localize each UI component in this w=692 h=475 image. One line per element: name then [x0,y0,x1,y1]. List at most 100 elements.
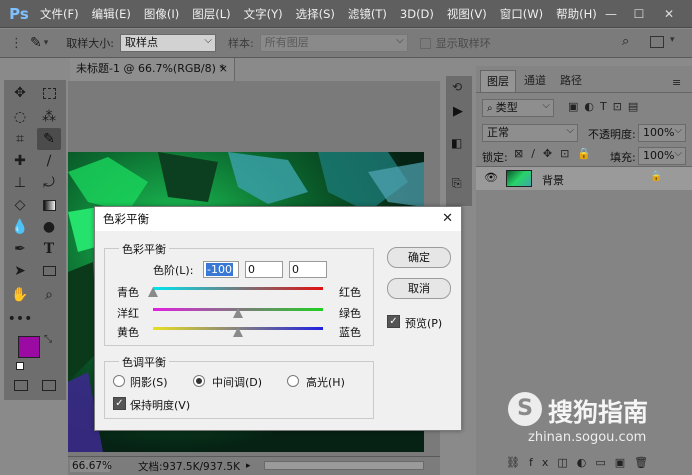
pen-tool-icon[interactable]: ✒ [8,238,32,260]
panel-menu-icon[interactable]: ≡ [672,76,681,89]
document-info: 文档:937.5K/937.5K [138,460,240,473]
lasso-tool-icon[interactable]: ◌ [8,106,32,128]
layer-filter-select[interactable]: ⌕ 类型 [482,98,554,117]
more-tools-icon[interactable]: ••• [8,308,33,330]
menu-help[interactable]: 帮助(H) [556,6,597,22]
history-brush-icon[interactable]: ⤾ [37,172,61,194]
menu-image[interactable]: 图像(I) [144,6,179,22]
menu-view[interactable]: 视图(V) [447,6,487,22]
workspace-chevron-icon[interactable]: ▾ [670,35,675,45]
path-selection-icon[interactable]: ➤ [8,260,32,282]
menu-type[interactable]: 文字(Y) [244,6,283,22]
shadows-radio[interactable] [113,375,125,387]
screen-mode-icon[interactable] [42,380,56,391]
grip-icon: ⋮ [10,35,23,51]
eraser-tool-icon[interactable]: ◇ [8,194,32,216]
fill-input[interactable]: 100% [638,146,686,165]
menu-3d[interactable]: 3D(D) [400,7,434,21]
opacity-label: 不透明度: [588,128,636,141]
watermark-brand: 搜狗指南 [548,398,649,427]
sample-size-label: 取样大小: [66,37,114,50]
levels-label: 色阶(L): [153,264,194,277]
highlights-label: 高光(H) [306,376,345,389]
highlights-radio[interactable] [287,375,299,387]
eyedropper-icon[interactable]: ✎ [30,35,42,51]
3d-panel-icon[interactable]: ◧ [451,136,462,150]
properties-panel-icon[interactable]: ⎘ [452,176,462,191]
maximize-icon[interactable]: ☐ [632,7,646,21]
level-cyan-red-input[interactable]: -100 [203,261,239,278]
sample-select[interactable]: 所有图层 [259,33,408,52]
visibility-eye-icon[interactable]: 👁 [484,171,498,184]
filter-icons[interactable]: ▣◐T⊡▤ [568,100,644,113]
horizontal-scrollbar[interactable] [264,461,424,470]
dodge-tool-icon[interactable]: ● [37,216,61,238]
menu-layer[interactable]: 图层(L) [192,6,230,22]
preserve-luminosity-checkbox[interactable]: ✓ [113,397,126,410]
magic-wand-icon[interactable]: ⁂ [37,106,61,128]
healing-brush-icon[interactable]: ✚ [8,150,32,172]
level-yellow-blue-input[interactable]: 0 [289,261,327,278]
foreground-color-swatch[interactable] [18,336,40,358]
history-panel-icon[interactable]: ⟲ [452,80,462,94]
level-magenta-green-input[interactable]: 0 [245,261,283,278]
preview-checkbox[interactable]: ✓ [387,315,400,328]
cyan-red-track[interactable] [153,287,323,290]
brush-tool-icon[interactable]: ∕ [37,150,61,172]
chevron-down-icon[interactable]: ▾ [44,38,49,48]
layer-name: 背景 [542,174,564,187]
tab-channels[interactable]: 通道 [518,70,552,92]
tab-layers[interactable]: 图层 [480,70,516,92]
gradient-tool-icon[interactable] [37,194,61,216]
actions-play-icon[interactable]: ▶ [453,104,463,119]
blend-mode-select[interactable]: 正常 [482,123,578,142]
cancel-button[interactable]: 取消 [387,278,451,299]
lock-icons[interactable]: ⊠∕✥⊡🔒 [514,147,599,160]
default-colors-icon[interactable] [16,362,24,370]
close-window-icon[interactable]: ✕ [662,7,676,21]
layer-row[interactable]: 👁 背景 🔒 [476,167,692,190]
ok-button[interactable]: 确定 [387,247,451,268]
menu-filter[interactable]: 滤镜(T) [348,6,387,22]
show-ring-checkbox[interactable] [419,37,431,49]
rectangle-tool-icon[interactable] [37,260,61,282]
status-chevron-icon[interactable]: ▸ [246,461,251,471]
opacity-input[interactable]: 100% [638,123,686,142]
hand-tool-icon[interactable]: ✋ [8,284,32,306]
photoshop-logo: Ps [9,4,29,23]
crop-tool-icon[interactable]: ⌗ [8,128,32,150]
menu-window[interactable]: 窗口(W) [500,6,543,22]
close-icon[interactable]: ✕ [442,207,453,231]
magenta-green-thumb[interactable] [233,308,243,318]
move-tool-icon[interactable]: ✥ [8,82,32,104]
type-tool-icon[interactable]: T [37,238,61,260]
zoom-tool-icon[interactable]: ⌕ [37,284,61,306]
sogou-logo-icon: S [508,392,542,426]
zoom-level[interactable]: 66.67% [70,460,112,472]
tab-paths[interactable]: 路径 [554,70,588,92]
menu-select[interactable]: 选择(S) [296,6,335,22]
layer-filter-label: 类型 [495,101,518,114]
yellow-blue-thumb[interactable] [233,327,243,337]
preserve-luminosity-label: 保持明度(V) [130,399,191,412]
menu-bar: Ps 文件(F) 编辑(E) 图像(I) 图层(L) 文字(Y) 选择(S) 滤… [0,0,692,28]
menu-edit[interactable]: 编辑(E) [92,6,131,22]
layer-footer-icons[interactable]: ⛓fx◫◐▭▣🗑 [476,451,692,475]
blur-tool-icon[interactable]: 💧 [8,216,32,238]
midtones-label: 中间调(D) [212,376,263,389]
marquee-tool-icon[interactable] [37,82,61,104]
swap-colors-icon[interactable]: ⤡ [44,334,52,345]
cyan-red-thumb[interactable] [148,287,158,297]
sample-size-select[interactable]: 取样点 [119,33,216,52]
workspace-icon[interactable] [650,36,664,48]
search-icon[interactable]: ⌕ [622,34,629,49]
stamp-tool-icon[interactable]: ⊥ [8,172,32,194]
minimize-icon[interactable]: — [604,7,618,21]
document-tab[interactable]: 未标题-1 @ 66.7%(RGB/8) * × [70,58,235,81]
close-tab-icon[interactable]: × [219,58,228,80]
shadows-label: 阴影(S) [130,376,168,389]
quick-mask-icon[interactable] [14,380,28,391]
eyedropper-tool-icon[interactable]: ✎ [37,128,61,150]
midtones-radio[interactable] [193,375,205,387]
menu-file[interactable]: 文件(F) [40,6,79,22]
